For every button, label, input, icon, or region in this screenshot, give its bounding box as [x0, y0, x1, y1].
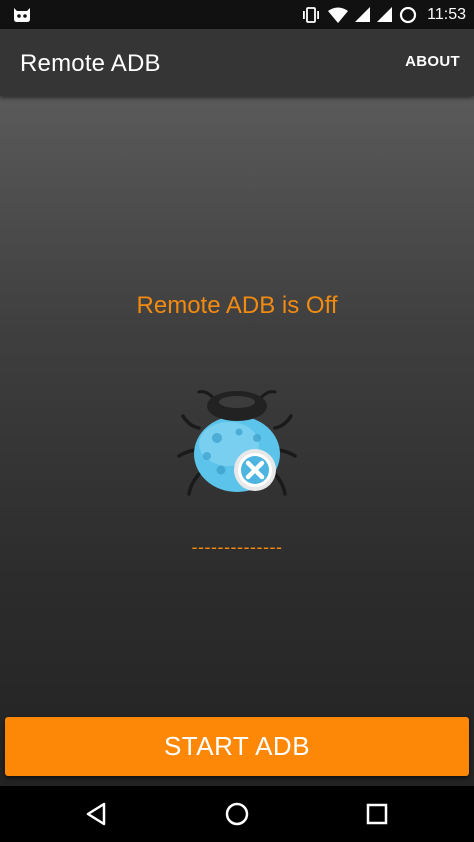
cyanogen-icon [14, 8, 30, 22]
signal-icon-2 [377, 7, 393, 22]
page-title: Remote ADB [20, 50, 161, 77]
adb-status-text: Remote ADB is Off [136, 292, 338, 319]
wifi-icon [328, 7, 349, 23]
vibrate-icon [303, 6, 320, 23]
navigation-bar [0, 786, 474, 842]
ip-address-text: -------------- [191, 537, 283, 557]
data-saver-icon [400, 6, 417, 23]
signal-icon [355, 7, 371, 22]
start-adb-button[interactable]: START ADB [5, 717, 469, 776]
screen: 11:53 Remote ADB ABOUT Remote ADB is Off [0, 0, 474, 842]
main-content: Remote ADB is Off -------------- START A… [0, 96, 474, 786]
home-icon[interactable] [222, 799, 252, 829]
recents-icon[interactable] [362, 799, 392, 829]
status-bar: 11:53 [0, 0, 474, 29]
app-bar: Remote ADB ABOUT [0, 29, 474, 96]
back-icon[interactable] [82, 799, 112, 829]
status-time: 11:53 [427, 5, 466, 23]
about-button[interactable]: ABOUT [405, 53, 460, 70]
bug-disabled-icon [177, 386, 297, 501]
